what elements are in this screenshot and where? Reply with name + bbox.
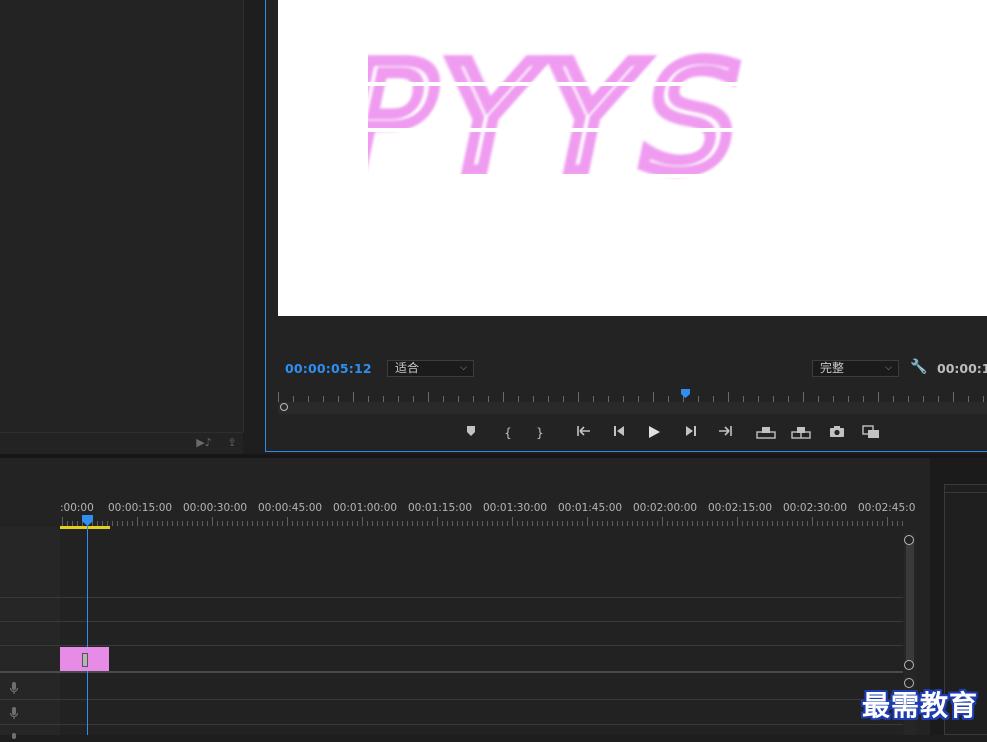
microphone-icon[interactable] (8, 681, 20, 695)
monitor-scrub-bar[interactable] (278, 402, 987, 414)
video-audio-divider (0, 671, 903, 673)
scrub-handle[interactable] (280, 403, 288, 411)
mark-in-icon[interactable]: { (498, 425, 518, 441)
preview-title-graphic: PYYS (278, 0, 987, 316)
timeline-playhead-line (87, 525, 88, 735)
step-back-icon[interactable] (610, 425, 630, 441)
go-to-in-icon[interactable] (575, 425, 595, 441)
scroll-handle-bottom[interactable] (904, 660, 914, 670)
step-forward-icon[interactable] (680, 425, 700, 441)
zoom-level-value: 适合 (395, 361, 420, 375)
go-to-out-icon[interactable] (714, 425, 734, 441)
project-panel (0, 0, 243, 432)
time-ruler-label: 00:00:30:00 (183, 502, 248, 514)
time-ruler-label: 00:01:45:00 (558, 502, 623, 514)
current-timecode[interactable]: 00:00:05:12 (285, 361, 372, 376)
time-ruler-label: 00:01:15:00 (408, 502, 473, 514)
work-area-bar[interactable] (60, 526, 110, 529)
playback-resolution-dropdown[interactable]: 完整 ⌵ (812, 360, 899, 377)
time-ruler-label: 00:01:30:00 (483, 502, 548, 514)
time-ruler-label: 00:02:00:00 (633, 502, 698, 514)
microphone-icon[interactable] (8, 706, 20, 720)
compare-icon[interactable] (861, 425, 881, 441)
mark-out-icon[interactable]: } (530, 425, 550, 441)
clip-keyframe-marker (82, 653, 88, 667)
scroll-handle-top[interactable] (904, 535, 914, 545)
export-icon[interactable]: ⇪ (224, 436, 240, 450)
audio-meter-divider (944, 492, 987, 493)
duration-timecode: 00:00:1 (937, 361, 987, 376)
track-divider (0, 645, 903, 646)
track-divider (0, 699, 903, 700)
track-headers (0, 527, 60, 735)
time-ruler-label: 00:00:45:00 (258, 502, 323, 514)
extract-icon[interactable] (791, 425, 811, 441)
wrench-icon[interactable]: 🔧 (910, 359, 927, 375)
scrollbar-thumb[interactable] (906, 537, 914, 667)
track-area[interactable] (60, 527, 903, 735)
chevron-down-icon: ⌵ (460, 363, 467, 373)
time-ruler-label: 00:02:30:00 (783, 502, 848, 514)
panel-divider (243, 0, 244, 432)
music-note-icon[interactable]: ▶♪ (196, 436, 212, 450)
time-ruler-label: 00:01:00:00 (333, 502, 398, 514)
add-marker-icon[interactable] (461, 425, 481, 441)
playback-resolution-value: 完整 (820, 361, 845, 375)
play-icon[interactable] (644, 425, 664, 441)
time-ruler-label: 00:02:45:0 (858, 502, 916, 514)
track-divider (0, 621, 903, 622)
timeline-time-ruler[interactable] (60, 516, 903, 526)
chevron-down-icon: ⌵ (885, 363, 892, 373)
watermark-text: 最需教育 (862, 689, 979, 722)
time-ruler-label: 00:02:15:00 (708, 502, 773, 514)
program-preview: PYYS (278, 0, 987, 316)
monitor-time-ruler[interactable] (278, 390, 987, 402)
preview-title-text: PYYS (324, 31, 767, 206)
time-ruler-label: :00:00 (60, 502, 94, 514)
export-frame-icon[interactable] (827, 425, 847, 441)
microphone-icon[interactable] (8, 728, 20, 742)
track-divider (0, 597, 903, 598)
zoom-level-dropdown[interactable]: 适合 ⌵ (387, 360, 474, 377)
time-ruler-label: 00:00:15:00 (108, 502, 173, 514)
track-divider (0, 724, 903, 725)
lift-icon[interactable] (756, 425, 776, 441)
